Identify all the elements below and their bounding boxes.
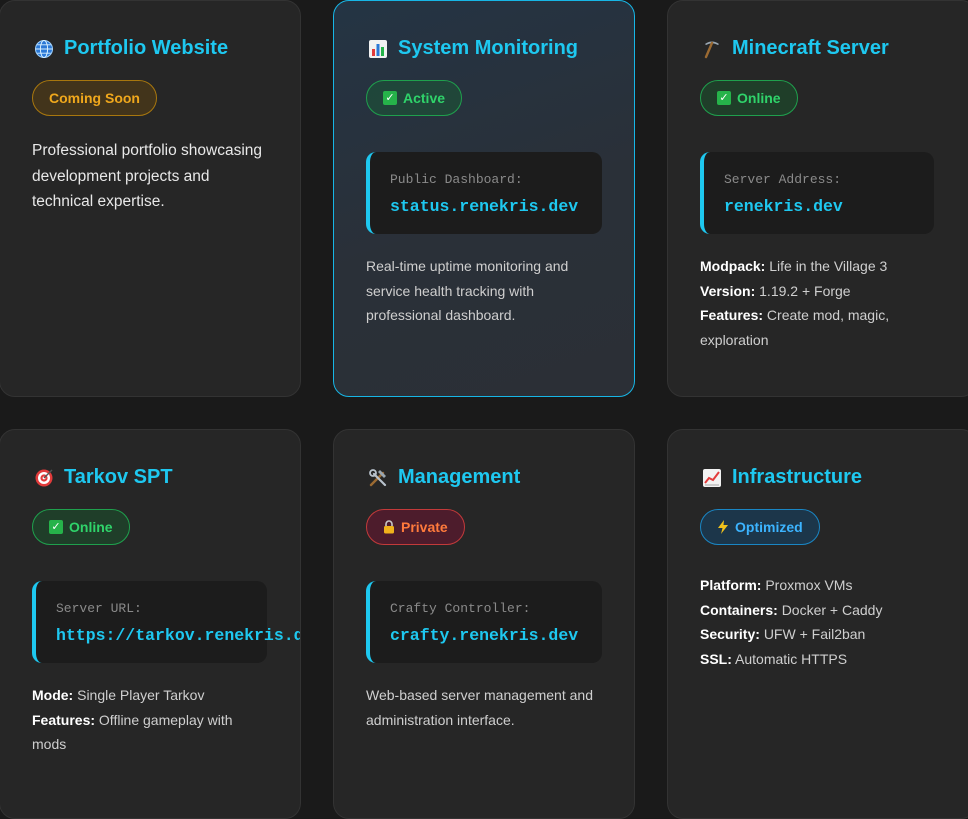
card-minecraft-server: Minecraft Server ✓ Online Server Address… <box>667 0 968 397</box>
card-title: System Monitoring <box>366 37 602 60</box>
detail-row: Mode: Single Player Tarkov <box>32 687 205 703</box>
code-block: Server URL: https://tarkov.renekris.dev <box>32 581 300 663</box>
code-label: Server Address: <box>724 172 842 187</box>
card-portfolio-website: Portfolio Website Coming Soon Profession… <box>0 0 301 397</box>
card-tarkov-spt: Tarkov SPT ✓ Online Server URL: https://… <box>0 429 301 819</box>
pickaxe-icon <box>700 39 724 59</box>
card-title: Tarkov SPT <box>32 466 268 489</box>
checkmark-icon: ✓ <box>383 91 397 105</box>
code-block: Server Address: renekris.dev <box>700 152 934 234</box>
card-description: Professional portfolio showcasing develo… <box>32 142 263 210</box>
checkmark-icon: ✓ <box>717 91 731 105</box>
lock-icon <box>383 520 395 534</box>
card-title: Infrastructure <box>700 466 944 489</box>
details-list: Platform: Proxmox VMs Containers: Docker… <box>700 573 940 671</box>
dashboard-link[interactable]: status.renekris.dev <box>390 197 582 216</box>
server-url-link[interactable]: https://tarkov.renekris.dev <box>56 626 300 645</box>
status-badge: Optimized <box>700 509 820 545</box>
status-badge: ✓ Online <box>32 509 130 545</box>
details-list: Mode: Single Player Tarkov Features: Off… <box>32 683 252 757</box>
detail-row: Security: UFW + Fail2ban <box>700 626 866 642</box>
code-block: Public Dashboard: status.renekris.dev <box>366 152 602 234</box>
status-badge: ✓ Online <box>700 80 798 116</box>
card-description: Web-based server management and administ… <box>366 687 593 728</box>
detail-row: Version: 1.19.2 + Forge <box>700 282 851 299</box>
checkmark-icon: ✓ <box>49 520 63 534</box>
server-address: renekris.dev <box>724 197 843 216</box>
code-label: Public Dashboard: <box>390 172 523 187</box>
status-badge: ✓ Active <box>366 80 463 116</box>
card-title: Minecraft Server <box>700 37 944 60</box>
status-badge: Private <box>366 509 465 545</box>
card-title: Management <box>366 466 602 489</box>
details-list: Modpack: Life in the Village 3 Version: … <box>700 254 920 352</box>
detail-row: Containers: Docker + Caddy <box>700 601 883 618</box>
detail-row: Platform: Proxmox VMs <box>700 577 853 593</box>
card-management: Management Private Crafty Controller: cr… <box>333 429 635 819</box>
detail-row: Features: Offline gameplay with mods <box>32 711 233 753</box>
detail-row: Features: Create mod, magic, exploration <box>700 307 890 348</box>
trend-chart-icon <box>700 468 724 488</box>
card-description: Real-time uptime monitoring and service … <box>366 258 569 323</box>
card-system-monitoring: System Monitoring ✓ Active Public Dashbo… <box>333 0 635 397</box>
code-label: Server URL: <box>56 601 142 616</box>
card-title: Portfolio Website <box>32 37 268 60</box>
code-label: Crafty Controller: <box>390 601 531 616</box>
crafty-link[interactable]: crafty.renekris.dev <box>390 626 582 645</box>
lightning-icon <box>717 520 729 534</box>
target-icon <box>32 468 56 488</box>
detail-row: Modpack: Life in the Village 3 <box>700 258 888 274</box>
tools-icon <box>366 468 390 488</box>
status-badge: Coming Soon <box>32 80 157 116</box>
card-infrastructure: Infrastructure Optimized Platform: Proxm… <box>667 429 968 819</box>
bar-chart-icon <box>366 39 390 59</box>
globe-icon <box>32 39 56 59</box>
code-block: Crafty Controller: crafty.renekris.dev <box>366 581 602 663</box>
detail-row: SSL: Automatic HTTPS <box>700 650 848 667</box>
